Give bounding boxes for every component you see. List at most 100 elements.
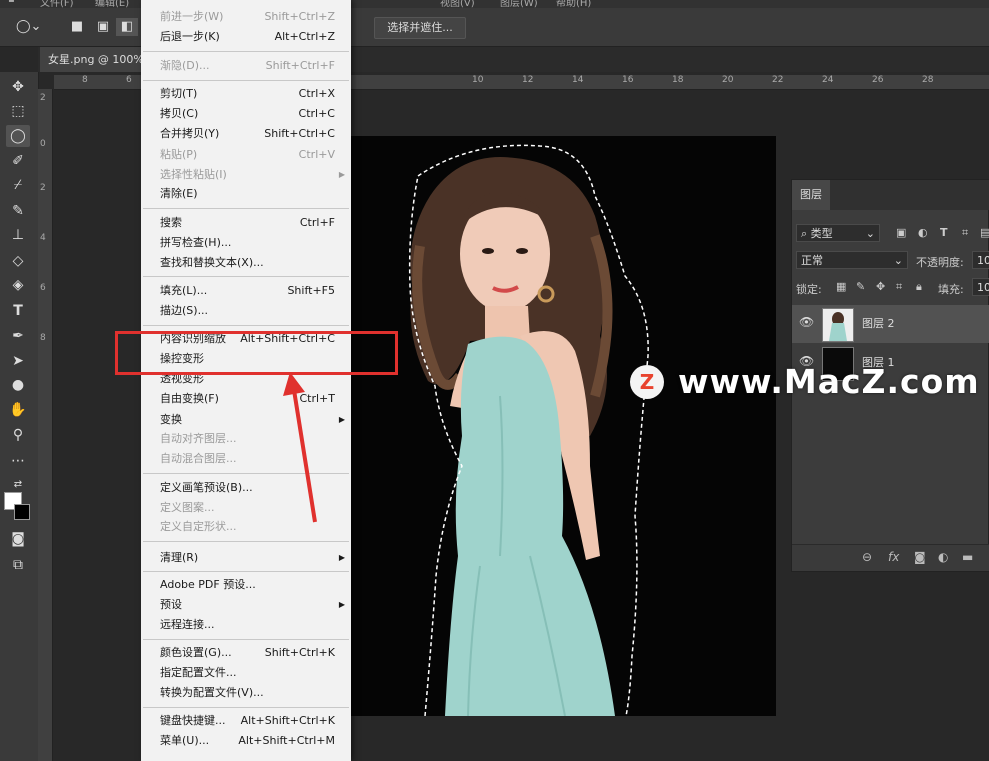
tools-panel: ✥ ⬚ ◯ ✐ ⌿ ✎ ⊥ ◇ ◈ T ✒ ➤ ● ✋ ⚲ ⋯ ⇄ ◙ ⧉	[0, 72, 39, 761]
visibility-eye-icon[interactable]: 👁︎	[799, 315, 814, 329]
menu-item-label: 定义自定形状...	[160, 520, 237, 533]
ruler-h-label: 8	[82, 75, 88, 85]
menu-item-label: 查找和替换文本(X)...	[160, 256, 264, 269]
menu-item-assign-profile[interactable]: 指定配置文件...	[141, 663, 351, 683]
menu-item-presets[interactable]: 预设 ▶	[141, 595, 351, 615]
background-color-swatch[interactable]	[14, 504, 30, 520]
fill-label: 填充:	[938, 283, 964, 296]
fill-input[interactable]: 100	[972, 278, 989, 296]
blend-mode-select[interactable]: 正常 ⌄	[796, 251, 908, 269]
type-tool-icon[interactable]: T	[6, 300, 30, 322]
lock-artboard-icon[interactable]: ⌗	[896, 280, 902, 294]
lasso-tool-preset-icon[interactable]: ◯⌄	[16, 18, 41, 36]
lock-position-icon[interactable]: ✥	[876, 280, 885, 293]
filter-pixel-icon[interactable]: ▣	[896, 226, 906, 239]
menu-item-step-backward[interactable]: 后退一步(K) Alt+Ctrl+Z	[141, 27, 351, 47]
brush-tool-icon[interactable]: ✎	[6, 200, 30, 222]
menu-item-search[interactable]: 搜索 Ctrl+F	[141, 213, 351, 233]
ruler-v-label: 0	[40, 139, 46, 149]
menu-item-find-replace[interactable]: 查找和替换文本(X)...	[141, 253, 351, 273]
vertical-ruler: 2 0 2 4 6 8	[38, 89, 53, 761]
menu-item-convert-profile[interactable]: 转换为配置文件(V)...	[141, 683, 351, 703]
quick-mask-icon[interactable]: ◙	[6, 528, 30, 550]
lock-all-icon[interactable]: 🔒︎	[916, 280, 922, 294]
menu-item-label: 预设	[160, 598, 182, 611]
lock-image-icon[interactable]: ✎	[856, 280, 865, 293]
new-group-icon[interactable]: ▬	[962, 550, 973, 564]
path-selection-tool-icon[interactable]: ➤	[6, 350, 30, 372]
ruler-h-label: 28	[922, 75, 934, 85]
document-image[interactable]	[350, 136, 776, 716]
menu-item-copy-merged[interactable]: 合并拷贝(Y) Shift+Ctrl+C	[141, 124, 351, 144]
menu-item-menus[interactable]: 菜单(U)... Alt+Shift+Ctrl+M	[141, 731, 351, 751]
more-tools-icon[interactable]: ⋯	[6, 450, 30, 472]
screen-mode-icon[interactable]: ⧉	[6, 554, 30, 576]
menu-separator	[143, 639, 349, 640]
layer-thumbnail	[822, 308, 854, 342]
ruler-h-label: 6	[126, 75, 132, 85]
marquee-tool-icon[interactable]: ⬚	[6, 100, 30, 122]
layers-panel-footer: ⊖ fx ◙ ◐ ▬	[792, 544, 989, 571]
opacity-input[interactable]: 100	[972, 251, 989, 269]
pen-tool-icon[interactable]: ✒	[6, 325, 30, 347]
watermark-logo: Z	[630, 365, 664, 399]
quick-selection-tool-icon[interactable]: ✐	[6, 150, 30, 172]
new-selection-icon[interactable]: ■	[66, 18, 88, 36]
adjustment-layer-icon[interactable]: ◐	[938, 550, 948, 564]
menu-item-fade[interactable]: 渐隐(D)... Shift+Ctrl+F	[141, 56, 351, 76]
link-layers-icon[interactable]: ⊖	[862, 550, 872, 564]
filter-adjustment-icon[interactable]: ◐	[918, 226, 928, 239]
menu-item-color-settings[interactable]: 颜色设置(G)... Shift+Ctrl+K	[141, 643, 351, 663]
filter-type-icon[interactable]: T	[940, 226, 948, 239]
menu-item-shortcut: Ctrl+F	[299, 216, 335, 229]
hand-tool-icon[interactable]: ✋	[6, 399, 30, 421]
ellipse-tool-icon[interactable]: ●	[6, 374, 30, 396]
menu-item-stroke[interactable]: 描边(S)...	[141, 301, 351, 321]
menu-item-label: 远程连接...	[160, 618, 215, 631]
menu-item-keyboard-shortcuts[interactable]: 键盘快捷键... Alt+Shift+Ctrl+K	[141, 711, 351, 731]
add-selection-icon[interactable]: ▣	[92, 18, 114, 36]
filter-shape-icon[interactable]: ⌗	[962, 226, 968, 240]
menu-separator	[143, 325, 349, 326]
menu-item-label: 前进一步(W)	[160, 10, 224, 23]
menu-item-adobe-pdf-presets[interactable]: Adobe PDF 预设...	[141, 575, 351, 595]
menu-item-fill[interactable]: 填充(L)... Shift+F5	[141, 281, 351, 301]
menu-item-label: 拼写检查(H)...	[160, 236, 232, 249]
lasso-tool-icon[interactable]: ◯	[6, 125, 30, 147]
menu-item-paste-special[interactable]: 选择性粘贴(I) ▶	[141, 165, 351, 185]
menu-item-shortcut: Ctrl+V	[298, 148, 335, 161]
menu-item-label: 菜单(U)...	[160, 734, 210, 747]
select-and-mask-button[interactable]: 选择并遮住...	[374, 17, 466, 39]
menu-separator	[143, 276, 349, 277]
menu-item-label: 变换	[160, 413, 182, 426]
menu-item-paste[interactable]: 粘贴(P) Ctrl+V	[141, 145, 351, 165]
move-tool-icon[interactable]: ✥	[6, 76, 30, 98]
ruler-h-label: 24	[822, 75, 834, 85]
eraser-tool-icon[interactable]: ◇	[6, 250, 30, 272]
woman-photo-illustration	[408, 144, 649, 716]
menu-item-spell-check[interactable]: 拼写检查(H)...	[141, 233, 351, 253]
stamp-tool-icon[interactable]: ⊥	[6, 224, 30, 246]
menu-item-purge[interactable]: 清理(R) ▶	[141, 548, 351, 568]
menu-item-cut[interactable]: 剪切(T) Ctrl+X	[141, 84, 351, 104]
chevron-down-icon: ⌄	[865, 227, 875, 240]
menu-item-label: 清理(R)	[160, 551, 199, 564]
subtract-selection-icon[interactable]: ◧	[116, 18, 138, 36]
menu-item-copy[interactable]: 拷贝(C) Ctrl+C	[141, 104, 351, 124]
eyedropper-tool-icon[interactable]: ⌿	[6, 174, 30, 196]
filter-smart-object-icon[interactable]: ▤	[980, 226, 989, 239]
layers-tab[interactable]: 图层	[792, 180, 830, 210]
add-mask-icon[interactable]: ◙	[914, 550, 926, 564]
lock-transparent-icon[interactable]: ▦	[836, 280, 846, 293]
layer-row-selected[interactable]: 👁︎ 图层 2	[792, 305, 989, 343]
menu-item-clear[interactable]: 清除(E)	[141, 184, 351, 204]
menu-item-shortcut: Alt+Ctrl+Z	[274, 30, 335, 43]
menu-item-step-forward[interactable]: 前进一步(W) Shift+Ctrl+Z	[141, 7, 351, 27]
paint-bucket-tool-icon[interactable]: ◈	[6, 274, 30, 296]
submenu-arrow-icon: ▶	[338, 553, 345, 562]
zoom-tool-icon[interactable]: ⚲	[6, 424, 30, 446]
menu-item-label: 粘贴(P)	[160, 148, 198, 161]
menu-item-remote-connections[interactable]: 远程连接...	[141, 615, 351, 635]
layer-effects-icon[interactable]: fx	[888, 550, 899, 564]
layer-kind-filter[interactable]: ⌕ 类型 ⌄	[796, 224, 880, 242]
